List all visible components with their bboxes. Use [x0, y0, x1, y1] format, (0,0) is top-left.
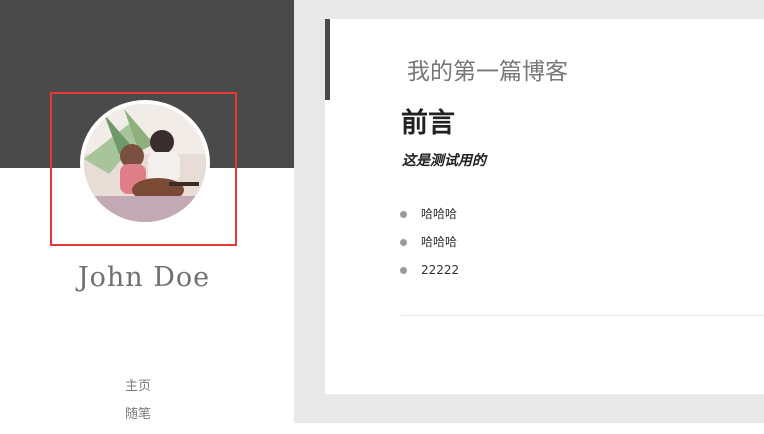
content-divider — [401, 315, 764, 316]
sidebar: John Doe 主页 随笔 — [0, 0, 294, 423]
list-item: 哈哈哈 — [400, 205, 459, 233]
list-item: 哈哈哈 — [400, 233, 459, 261]
post-title[interactable]: 我的第一篇博客 — [407, 52, 568, 86]
list-item: 22222 — [400, 261, 459, 289]
intro-text: 这是测试用的 — [402, 153, 486, 169]
nav-item-essays[interactable]: 随笔 — [0, 406, 276, 434]
avatar-highlight-box — [50, 92, 237, 246]
sidebar-nav: 主页 随笔 — [0, 378, 276, 434]
nav-item-home[interactable]: 主页 — [0, 378, 276, 406]
section-heading: 前言 — [401, 108, 455, 139]
post-accent-bar — [325, 19, 330, 100]
author-name: John Doe — [77, 262, 211, 293]
bullet-list: 哈哈哈 哈哈哈 22222 — [400, 205, 459, 289]
